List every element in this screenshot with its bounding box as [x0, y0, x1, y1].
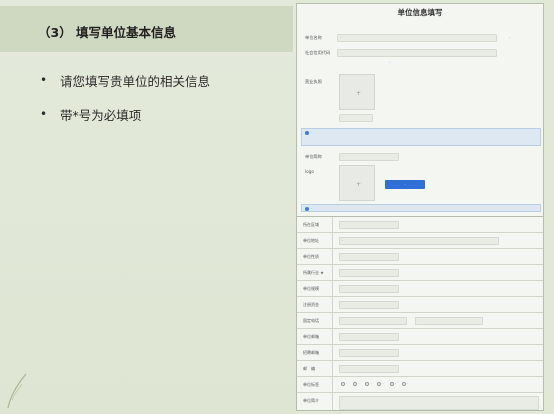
credit-code-label: 社会信用代码: [305, 50, 331, 55]
basic-info-section: 单位名称 · · 社会信用代码 · · 营业执照 + · · 单位简称 · lo…: [297, 18, 543, 216]
bullet-text: 请您填写贵单位的相关信息: [60, 73, 211, 89]
tag-option[interactable]: ·: [401, 382, 408, 386]
logo-label: logo: [305, 169, 314, 174]
phone-number-input[interactable]: ·: [415, 317, 483, 325]
bullet-item: • 请您填写贵单位的相关信息: [40, 68, 210, 92]
info-text: ·: [311, 131, 313, 135]
table-row: 注册资金 ·: [297, 297, 543, 313]
intro-label: 单位简介: [297, 393, 333, 410]
unit-name-row: 单位名称 · ·: [297, 31, 543, 45]
tag-option-label: ·: [394, 382, 396, 386]
table-row: 单位邮箱 ·: [297, 329, 543, 345]
info-icon: [305, 131, 309, 135]
logo-uploader[interactable]: +: [339, 165, 375, 201]
form-title: 单位信息填写: [397, 8, 443, 17]
table-row: 所属行业 ★ ·: [297, 265, 543, 281]
recruit-email-input[interactable]: ·: [339, 349, 399, 357]
table-row: 招聘邮箱 ·: [297, 345, 543, 361]
radio-icon: [353, 382, 358, 386]
radio-icon: [365, 382, 370, 386]
radio-hint[interactable]: ·: [389, 61, 390, 65]
email-input[interactable]: ·: [339, 333, 399, 341]
credit-code-input[interactable]: ·: [337, 49, 497, 57]
bullet-list: • 请您填写贵单位的相关信息 • 带*号为必填项: [40, 68, 210, 136]
scale-label: 单位规模: [297, 281, 333, 296]
region-select[interactable]: ·: [339, 221, 399, 229]
region-label: 所在区域: [297, 217, 333, 232]
phone-area-input[interactable]: ·: [339, 317, 407, 325]
tag-option-label: ·: [370, 382, 372, 386]
unit-short-row: 单位简称 ·: [297, 150, 543, 164]
unit-short-input[interactable]: ·: [339, 153, 399, 161]
license-label: 营业执照: [305, 79, 322, 84]
upload-logo-button[interactable]: ·: [385, 180, 425, 189]
info-icon: [305, 207, 309, 211]
radio-icon: [401, 382, 406, 386]
tag-option[interactable]: ·: [353, 382, 359, 386]
industry-select[interactable]: ·: [339, 269, 399, 277]
unit-name-label: 单位名称: [305, 35, 322, 40]
tag-option-label: ·: [346, 382, 348, 386]
bullet-item: • 带*号为必填项: [40, 102, 210, 126]
form-panel: 单位信息填写 单位名称 · · 社会信用代码 · · 营业执照 + · · 单位…: [296, 3, 544, 411]
table-row: 固定电话 · ·: [297, 313, 543, 329]
license-sample-label[interactable]: ·: [339, 114, 373, 122]
tag-option-label: ·: [382, 382, 384, 386]
tag-option[interactable]: ·: [365, 382, 371, 386]
address-input[interactable]: ·: [339, 237, 499, 245]
tag-option[interactable]: ·: [389, 382, 396, 386]
nature-select[interactable]: ·: [339, 253, 399, 261]
table-row: 邮 编 ·: [297, 361, 543, 377]
slide-left-pane: （3） 填写单位基本信息 • 请您填写贵单位的相关信息 • 带*号为必填项: [0, 0, 296, 414]
info-box-license: ·: [301, 128, 541, 146]
tag-option[interactable]: ·: [341, 382, 347, 386]
phone-label: 固定电话: [297, 313, 333, 328]
radio-icon: [341, 382, 345, 386]
table-row: 单位地址 ·: [297, 233, 543, 249]
credit-code-row: 社会信用代码 ·: [297, 46, 543, 60]
nature-label: 单位性质: [297, 249, 333, 264]
unit-name-link[interactable]: ·: [509, 35, 510, 40]
table-row: 所在区域 ·: [297, 217, 543, 233]
unit-name-input[interactable]: ·: [337, 34, 497, 42]
leaf-decoration-icon: [7, 373, 27, 409]
recruit-email-label: 招聘邮箱: [297, 345, 333, 360]
capital-label: 注册资金: [297, 297, 333, 312]
unit-short-label: 单位简称: [305, 154, 322, 159]
radio-icon: [389, 382, 394, 386]
address-label: 单位地址: [297, 233, 333, 248]
char-counter: ·: [539, 406, 541, 410]
intro-textarea[interactable]: ·: [339, 396, 539, 410]
tags-label: 单位标签: [297, 377, 333, 392]
tags-radio-group: · · · · · ·: [341, 382, 408, 386]
table-row: 单位简介 · ·: [297, 393, 543, 410]
postcode-label: 邮 编: [297, 361, 333, 376]
info-box-logo: ·: [301, 204, 541, 212]
logo-row: logo: [297, 165, 543, 179]
capital-select[interactable]: ·: [339, 301, 399, 309]
license-uploader[interactable]: +: [339, 74, 375, 110]
industry-label: 所属行业 ★: [297, 265, 333, 280]
slide-title: （3） 填写单位基本信息: [38, 25, 177, 40]
tag-option-label: ·: [358, 382, 360, 386]
scale-select[interactable]: ·: [339, 285, 399, 293]
table-row: 单位规模 ·: [297, 281, 543, 297]
table-row: 单位标签 · · · · · ·: [297, 377, 543, 393]
table-row: 单位性质 ·: [297, 249, 543, 265]
detail-table-section: 所在区域 · 单位地址 · 单位性质 · 所属行业 ★ · 单位规模 · 注册资…: [297, 216, 543, 410]
tag-option-label: ·: [406, 382, 408, 386]
radio-icon: [377, 382, 382, 386]
plus-icon: +: [356, 181, 362, 188]
bullet-dot-icon: •: [40, 73, 48, 87]
plus-icon: +: [356, 90, 362, 97]
bullet-text: 带*号为必填项: [60, 107, 142, 123]
info-text: ·: [311, 207, 313, 211]
license-row: 营业执照: [297, 75, 543, 89]
bullet-dot-icon: •: [40, 107, 48, 121]
postcode-input[interactable]: ·: [339, 365, 399, 373]
tag-option[interactable]: ·: [377, 382, 384, 386]
email-label: 单位邮箱: [297, 329, 333, 344]
